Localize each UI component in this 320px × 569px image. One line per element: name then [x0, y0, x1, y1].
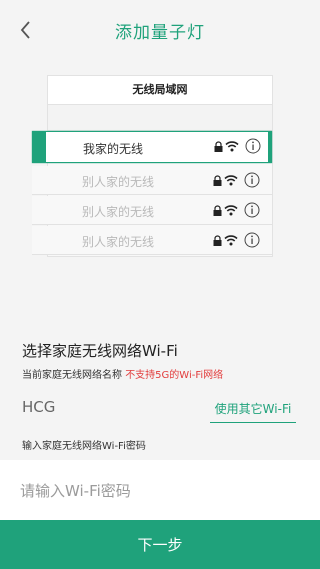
- lock-icon: [213, 235, 222, 246]
- selection-bar-right: [268, 131, 272, 163]
- page-title: 添加量子灯: [115, 23, 205, 43]
- network-row: 别人家的无线: [32, 196, 272, 225]
- lock-icon: [213, 175, 222, 186]
- use-other-wifi-button[interactable]: 使用其它Wi-Fi: [212, 400, 294, 420]
- password-input[interactable]: [18, 474, 312, 508]
- info-icon: [244, 232, 260, 248]
- wifi-icon: [224, 205, 238, 216]
- info-icon: [244, 172, 260, 188]
- network-row-selected: 我家的无线: [32, 131, 272, 163]
- current-network-hint: 当前家庭无线网络名称 不支持5G的Wi-Fi网络: [22, 366, 223, 381]
- wifi-icon: [225, 141, 239, 152]
- wifi-icon: [224, 175, 238, 186]
- info-icon: [245, 138, 261, 154]
- warning-5g: 不支持5G的Wi-Fi网络: [125, 370, 224, 381]
- network-name: 别人家的无线: [82, 175, 155, 189]
- password-field-container: [0, 460, 320, 520]
- network-row: 别人家的无线: [32, 166, 272, 195]
- other-wifi-underline: [210, 422, 296, 423]
- lock-icon: [214, 141, 223, 152]
- current-ssid: HCG: [22, 398, 56, 416]
- info-icon: [244, 202, 260, 218]
- current-network-label: 当前家庭无线网络名称: [22, 370, 122, 381]
- illustration-subheader: [48, 105, 272, 131]
- network-name: 我家的无线: [83, 142, 144, 156]
- network-row: 别人家的无线: [32, 226, 272, 255]
- selection-bar: [32, 131, 46, 163]
- password-label: 输入家庭无线网络Wi-Fi密码: [22, 441, 146, 452]
- wifi-icon: [224, 235, 238, 246]
- header: 添加量子灯: [0, 0, 320, 60]
- network-name: 别人家的无线: [82, 235, 155, 249]
- illustration-title: 无线局域网: [48, 76, 272, 105]
- screen: 添加量子灯 无线局域网 我家的无线 别人家的无线 别人家的无线 别人家的无线 选…: [0, 0, 320, 569]
- next-button[interactable]: 下一步: [0, 520, 320, 569]
- section-title: 选择家庭无线网络Wi-Fi: [22, 342, 178, 360]
- lock-icon: [213, 205, 222, 216]
- network-name: 别人家的无线: [82, 205, 155, 219]
